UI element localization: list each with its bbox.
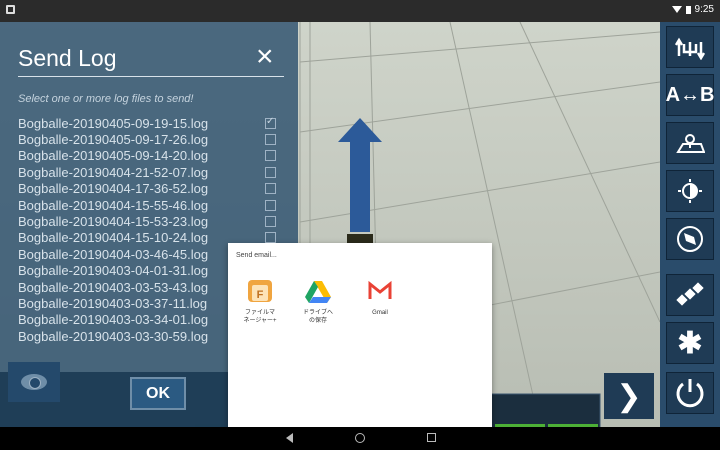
app-label: Gmail	[372, 310, 388, 316]
log-file-name: Bogballe-20190403-03-37-11.log	[18, 295, 208, 311]
boom-width-button[interactable]	[666, 26, 714, 68]
log-file-checkbox[interactable]	[265, 134, 276, 146]
log-file-name: Bogballe-20190403-04-01-31.log	[18, 263, 209, 279]
log-file-name: Bogballe-20190405-09-19-15.log	[18, 115, 209, 131]
log-file-name: Bogballe-20190405-09-17-26.log	[18, 132, 209, 148]
back-icon[interactable]	[286, 433, 293, 443]
log-file-name: Bogballe-20190404-21-52-07.log	[18, 164, 209, 180]
log-file-checkbox[interactable]	[265, 116, 276, 129]
compass-icon	[677, 226, 703, 252]
log-file-checkbox[interactable]	[265, 199, 276, 211]
log-file-row[interactable]: Bogballe-20190404-21-52-07.log	[18, 164, 288, 180]
brightness-icon	[678, 179, 702, 203]
eye-icon	[21, 374, 47, 390]
close-icon[interactable]: ×	[256, 42, 274, 72]
satellite-button[interactable]	[666, 274, 714, 316]
svg-text:F: F	[257, 289, 264, 301]
panel-title: Send Log	[18, 45, 284, 77]
navigation-bar	[0, 427, 720, 450]
panel-subtitle: Select one or more log files to send!	[18, 93, 194, 105]
log-file-name: Bogballe-20190405-09-14-20.log	[18, 148, 209, 164]
recent-apps-icon[interactable]	[427, 433, 436, 442]
satellite-icon	[676, 282, 704, 306]
next-button[interactable]: ❯	[604, 373, 654, 419]
app-label: ファイルマ ネージャー+	[243, 310, 277, 324]
log-file-row[interactable]: Bogballe-20190405-09-19-15.log	[18, 115, 288, 131]
log-file-row[interactable]: Bogballe-20190405-09-14-20.log	[18, 148, 288, 164]
right-toolbar: A↔B ✱	[660, 22, 720, 427]
log-file-row[interactable]: Bogballe-20190404-15-55-46.log	[18, 197, 288, 213]
power-button[interactable]	[666, 372, 714, 414]
dialog-title: Send email...	[236, 252, 277, 259]
log-file-checkbox[interactable]	[265, 150, 276, 162]
gmail-icon	[366, 277, 394, 305]
clock: 9:25	[694, 4, 714, 15]
log-file-row[interactable]: Bogballe-20190404-15-53-23.log	[18, 213, 288, 229]
settings-icon: ✱	[677, 326, 703, 360]
settings-button[interactable]: ✱	[666, 322, 714, 364]
notification-icon	[6, 5, 15, 14]
log-file-name: Bogballe-20190404-15-53-23.log	[18, 214, 209, 230]
app-gmail[interactable]: Gmail	[350, 277, 410, 317]
log-file-name: Bogballe-20190403-03-53-43.log	[18, 279, 209, 295]
log-file-row[interactable]: Bogballe-20190405-09-17-26.log	[18, 131, 288, 147]
brightness-button[interactable]	[666, 170, 714, 212]
a-b-line-button[interactable]: A↔B	[666, 74, 714, 116]
log-file-name: Bogballe-20190404-15-55-46.log	[18, 197, 209, 213]
battery-icon	[685, 5, 691, 14]
app-label: ドライブへ の保存	[302, 310, 333, 324]
log-file-row[interactable]: Bogballe-20190404-17-36-52.log	[18, 181, 288, 197]
file-manager-icon: F	[246, 277, 274, 305]
log-file-checkbox[interactable]	[265, 216, 276, 228]
a-b-line-icon: A↔B	[665, 83, 715, 106]
wifi-icon	[671, 6, 682, 13]
google-drive-icon	[304, 277, 332, 305]
field-map-button[interactable]	[666, 122, 714, 164]
ok-button[interactable]: OK	[130, 377, 186, 410]
chevron-right-icon: ❯	[616, 379, 642, 413]
log-file-checkbox[interactable]	[265, 166, 276, 178]
power-icon	[676, 379, 704, 408]
app-file-manager[interactable]: F ファイルマ ネージャー+	[230, 277, 290, 325]
compass-button[interactable]	[666, 218, 714, 260]
log-file-name: Bogballe-20190404-15-10-24.log	[18, 230, 209, 246]
log-file-checkbox[interactable]	[265, 232, 276, 244]
log-file-checkbox[interactable]	[265, 183, 276, 195]
app-google-drive[interactable]: ドライブへ の保存	[288, 277, 348, 325]
log-file-name: Bogballe-20190404-03-46-45.log	[18, 246, 209, 262]
status-bar: 9:25	[0, 0, 720, 22]
share-dialog: Send email... F ファイルマ ネージャー+ ドライブへ の保存 G…	[228, 243, 492, 427]
log-file-name: Bogballe-20190403-03-34-01.log	[18, 312, 209, 328]
log-file-name: Bogballe-20190403-03-30-59.log	[18, 328, 209, 344]
boom-width-icon	[675, 37, 705, 60]
home-icon[interactable]	[355, 433, 365, 443]
log-file-name: Bogballe-20190404-17-36-52.log	[18, 181, 209, 197]
status-indicators: 9:25	[671, 4, 714, 15]
view-button[interactable]	[8, 362, 60, 402]
field-map-icon	[676, 134, 705, 153]
